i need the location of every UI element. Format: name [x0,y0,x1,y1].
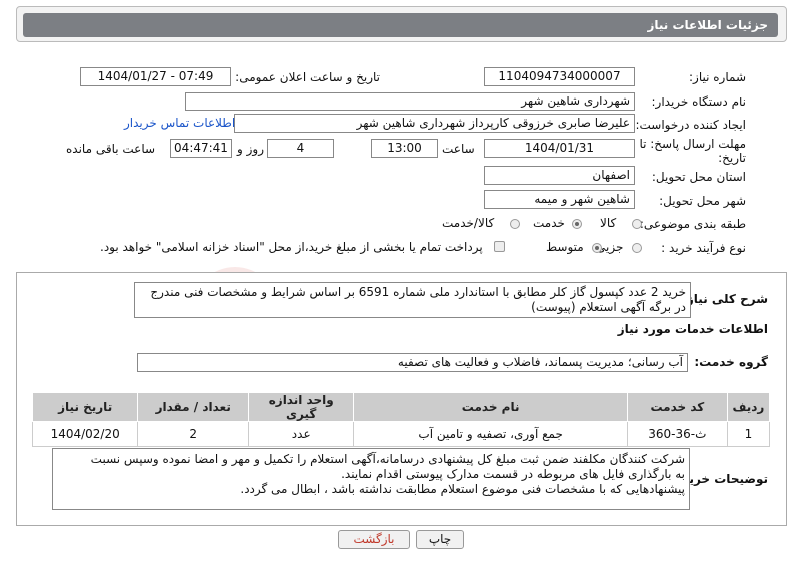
deadline-date-field: 1404/01/31 [484,139,635,158]
deadline-time-label: ساعت [442,142,475,156]
category-radio-goods-service[interactable] [510,219,520,229]
col-unit: واحد اندازه گیری [248,392,355,422]
description-text: خرید 2 عدد کپسول گاز کلر مطابق با استاند… [134,282,691,318]
announce-date-field: 1404/01/27 - 07:49 [80,67,231,86]
col-service-name: نام خدمت [353,392,628,422]
cell-unit: عدد [248,421,355,447]
contact-info-link[interactable]: اطلاعات تماس خریدار [124,116,235,130]
cell-row-number: 1 [726,421,771,447]
header-panel: جزئیات اطلاعات نیاز [16,6,787,42]
service-group-label: گروه خدمت: [694,355,768,369]
col-row-number: ردیف [726,392,771,422]
city-label: شهر محل تحویل: [659,194,746,208]
print-button[interactable]: چاپ [416,530,464,549]
deadline-date-label: تاریخ: [718,151,746,165]
days-remaining-field: 4 [267,139,334,158]
page-title: جزئیات اطلاعات نیاز [23,13,778,37]
description-label: شرح کلی نیاز: [682,292,768,306]
services-section-title: اطلاعات خدمات مورد نیاز [617,322,768,336]
treasury-checkbox[interactable] [494,241,505,252]
category-radio-service[interactable] [572,219,582,229]
buyer-notes-line: به بارگذاری فایل های مربوطه در قسمت مدار… [341,467,685,481]
cell-quantity: 2 [137,421,250,447]
province-label: استان محل تحویل: [651,170,746,184]
buyer-org-field: شهرداری شاهین شهر [185,92,635,111]
city-field: شاهین شهر و میمه [484,190,635,209]
table-header-row: ردیف کد خدمت نام خدمت واحد اندازه گیری ت… [31,392,771,422]
remaining-time-field: 04:47:41 [170,139,232,158]
remaining-time-label: ساعت باقی مانده [66,142,156,156]
cell-service-code: ث-36-360 [626,421,728,447]
col-quantity: تعداد / مقدار [137,392,250,422]
category-label: طبقه بندی موضوعی: [639,217,746,231]
buyer-notes-box: شرکت کنندگان مکلفند ضمن ثبت مبلغ کل پیشن… [52,448,690,510]
creator-label: ایجاد کننده درخواست: [635,118,746,132]
need-number-label: شماره نیاز: [689,70,746,84]
announce-date-label: تاریخ و ساعت اعلان عمومی: [235,70,380,84]
province-field: اصفهان [484,166,635,185]
table-row: 1 ث-36-360 جمع آوری، تصفیه و تامین آب عد… [31,421,771,447]
back-button[interactable]: بازگشت [338,530,410,549]
category-option-goods: کالا [600,216,617,230]
days-label: روز و [237,142,264,156]
process-radio-minor[interactable] [632,243,642,253]
services-table: ردیف کد خدمت نام خدمت واحد اندازه گیری ت… [31,392,771,447]
deadline-time-field: 13:00 [371,139,438,158]
col-service-code: کد خدمت [626,392,728,422]
process-option-medium: متوسط [546,240,584,254]
category-radio-goods[interactable] [632,219,642,229]
category-option-goods-service: کالا/خدمت [442,216,495,230]
buyer-notes-line: شرکت کنندگان مکلفند ضمن ثبت مبلغ کل پیشن… [90,452,685,466]
category-option-service: خدمت [533,216,565,230]
col-need-date: تاریخ نیاز [31,392,139,422]
service-group-field: آب رسانی؛ مدیریت پسماند، فاضلاب و فعالیت… [137,353,688,372]
process-label: نوع فرآیند خرید : [661,241,746,255]
process-radio-medium[interactable] [592,243,602,253]
deadline-label: مهلت ارسال پاسخ: تا [639,137,746,151]
treasury-note: پرداخت تمام یا بخشی از مبلغ خرید،از محل … [100,240,483,254]
cell-need-date: 1404/02/20 [31,421,139,447]
need-number-field: 1104094734000007 [484,67,635,86]
creator-field: علیرضا صابری خرزوقی کارپرداز شهرداری شاه… [234,114,635,133]
buyer-notes-line: پیشنهادهایی که با مشخصات فنی موضوع استعل… [240,482,685,496]
cell-service-name: جمع آوری، تصفیه و تامین آب [353,421,628,447]
buyer-org-label: نام دستگاه خریدار: [651,95,747,109]
